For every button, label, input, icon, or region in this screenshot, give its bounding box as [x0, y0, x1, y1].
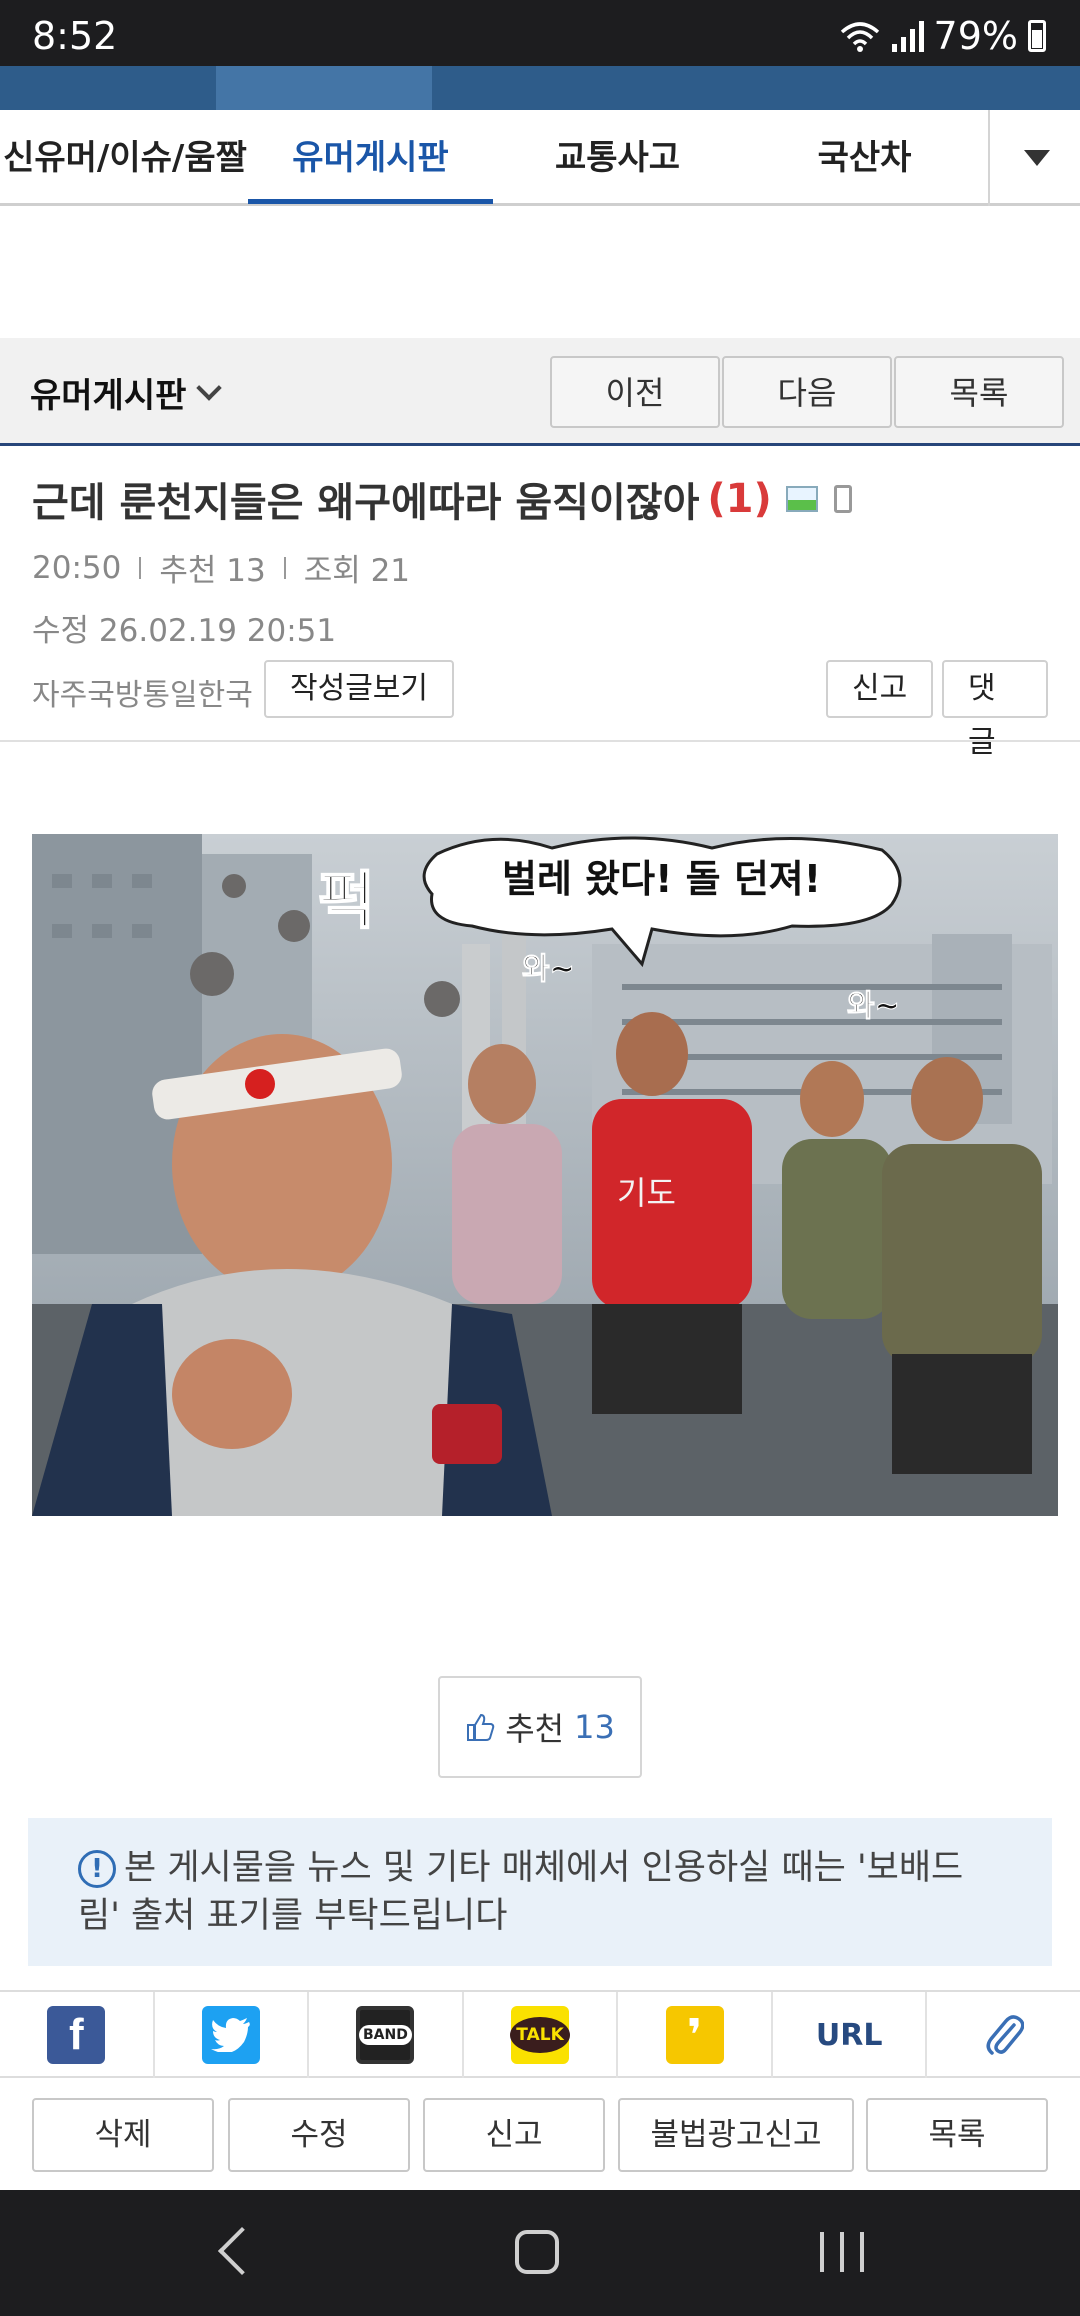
post-recommend: 추천 13: [159, 553, 266, 589]
author-row: 자주국방통일한국 작성글보기 신고 댓글: [32, 660, 1048, 760]
kakaotalk-icon-text: TALK: [510, 2017, 570, 2053]
recent-apps-icon[interactable]: [820, 2232, 864, 2272]
post-time: 20:50: [32, 549, 122, 586]
view-posts-button[interactable]: 작성글보기: [264, 660, 454, 718]
battery-percent: 79%: [933, 14, 1018, 58]
share-facebook[interactable]: f: [0, 1992, 155, 2078]
share-bar: f BAND TALK ❜ URL: [0, 1990, 1080, 2078]
meta-divider: [283, 556, 286, 579]
wifi-icon: [840, 22, 879, 52]
recommend-button[interactable]: 추천 13: [438, 1676, 642, 1778]
twitter-icon: [201, 2006, 260, 2064]
sfx-text: 퍽: [318, 864, 375, 937]
subnav-item-domestic-car[interactable]: 국산차: [742, 110, 987, 206]
mobile-icon: [833, 485, 852, 513]
cheer-text-2: 와~: [847, 989, 900, 1024]
kakaotalk-icon: TALK: [510, 2006, 570, 2064]
system-nav-bar: [0, 2190, 1080, 2316]
report-button[interactable]: 신고: [826, 660, 934, 718]
url-link: URL: [815, 2017, 883, 2053]
list-bottom-button[interactable]: 목록: [866, 2098, 1048, 2172]
post-views: 조회 21: [303, 553, 411, 589]
divider: [0, 740, 1080, 742]
dropdown-triangle-icon: [1024, 150, 1050, 166]
signal-icon: [890, 20, 924, 52]
chevron-down-icon: [196, 374, 223, 401]
cheer-text-1: 와~: [522, 952, 575, 987]
post-image-illustration: 벌레 왔다! 돌 던져! 퍽 와~ 와~ 기도: [32, 834, 1058, 1516]
citation-notice: ! 본 게시물을 뉴스 및 기타 매체에서 인용하실 때는 '보배드림' 출처 표…: [28, 1818, 1052, 1966]
delete-button[interactable]: 삭제: [32, 2098, 214, 2172]
board-nav-buttons: 이전 다음 목록: [550, 356, 1064, 428]
post-edited: 수정 26.02.19 20:51: [32, 613, 337, 649]
subnav-item-traffic-accident[interactable]: 교통사고: [495, 110, 740, 206]
meta-divider: [139, 556, 142, 579]
share-twitter[interactable]: [155, 1992, 310, 2078]
sub-nav: 신유머/이슈/움짤 유머게시판 교통사고 국산차: [0, 110, 1080, 206]
notice-text: 본 게시물을 뉴스 및 기타 매체에서 인용하실 때는 '보배드림' 출처 표기…: [78, 1848, 964, 1936]
band-icon: BAND: [356, 2006, 415, 2064]
subnav-item-new-humor[interactable]: 신유머/이슈/움짤: [0, 110, 250, 206]
comment-button[interactable]: 댓글: [942, 660, 1048, 760]
band-icon-text: BAND: [359, 2025, 412, 2045]
top-nav-tab[interactable]: [0, 66, 216, 110]
post-title: 근데 룬천지들은 왜구에따라 움직이잖아 (1): [32, 470, 852, 528]
share-url[interactable]: URL: [773, 1992, 928, 2078]
post-meta: 20:50 추천 13 조회 21: [32, 545, 410, 590]
home-icon[interactable]: [515, 2230, 559, 2274]
subnav-more-button[interactable]: [988, 110, 1080, 206]
top-nav-tab[interactable]: [432, 66, 648, 110]
status-time: 8:52: [32, 14, 118, 58]
top-nav-tab-active[interactable]: [216, 66, 432, 110]
post-title-text: 근데 룬천지들은 왜구에따라 움직이잖아: [32, 480, 700, 526]
prev-button[interactable]: 이전: [550, 356, 720, 428]
thumbs-up-icon: [467, 1713, 495, 1741]
info-icon: !: [78, 1850, 116, 1888]
clip-icon: [986, 2015, 1024, 2055]
top-nav-tab[interactable]: [864, 66, 1080, 110]
back-icon[interactable]: [217, 2226, 267, 2276]
top-nav-tab[interactable]: [648, 66, 864, 110]
recommend-count: 13: [574, 1708, 615, 1746]
speech-bubble-text: 벌레 왔다! 돌 던져!: [502, 857, 821, 901]
board-title[interactable]: 유머게시판: [30, 368, 223, 417]
status-icons: 79%: [840, 14, 1046, 58]
post-image[interactable]: 벌레 왔다! 돌 던져! 퍽 와~ 와~ 기도: [32, 834, 1058, 1516]
author-name[interactable]: 자주국방통일한국: [32, 670, 253, 714]
kakaostory-icon: ❜: [665, 2006, 724, 2064]
image-attached-icon: [785, 486, 818, 512]
facebook-icon: f: [47, 2006, 106, 2064]
board-header: 유머게시판 이전 다음 목록: [0, 338, 1080, 446]
top-nav: [0, 66, 1080, 110]
comment-count[interactable]: (1): [707, 476, 771, 522]
ad-report-button[interactable]: 불법광고신고: [618, 2098, 854, 2172]
edit-button[interactable]: 수정: [228, 2098, 410, 2172]
share-kakaostory[interactable]: ❜: [618, 1992, 773, 2078]
share-band[interactable]: BAND: [309, 1992, 464, 2078]
board-title-text: 유머게시판: [30, 376, 187, 416]
report-post-button[interactable]: 신고: [423, 2098, 605, 2172]
share-clip[interactable]: [927, 1992, 1080, 2078]
recommend-label: 추천: [505, 1710, 565, 1748]
next-button[interactable]: 다음: [722, 356, 892, 428]
share-kakaotalk[interactable]: TALK: [464, 1992, 619, 2078]
post-actions: 삭제 수정 신고 불법광고신고 목록: [32, 2098, 1048, 2172]
subnav-item-humor-board[interactable]: 유머게시판: [248, 110, 493, 204]
list-button[interactable]: 목록: [894, 356, 1064, 428]
shirt-text: 기도: [617, 1174, 676, 1212]
battery-icon: [1028, 20, 1046, 52]
